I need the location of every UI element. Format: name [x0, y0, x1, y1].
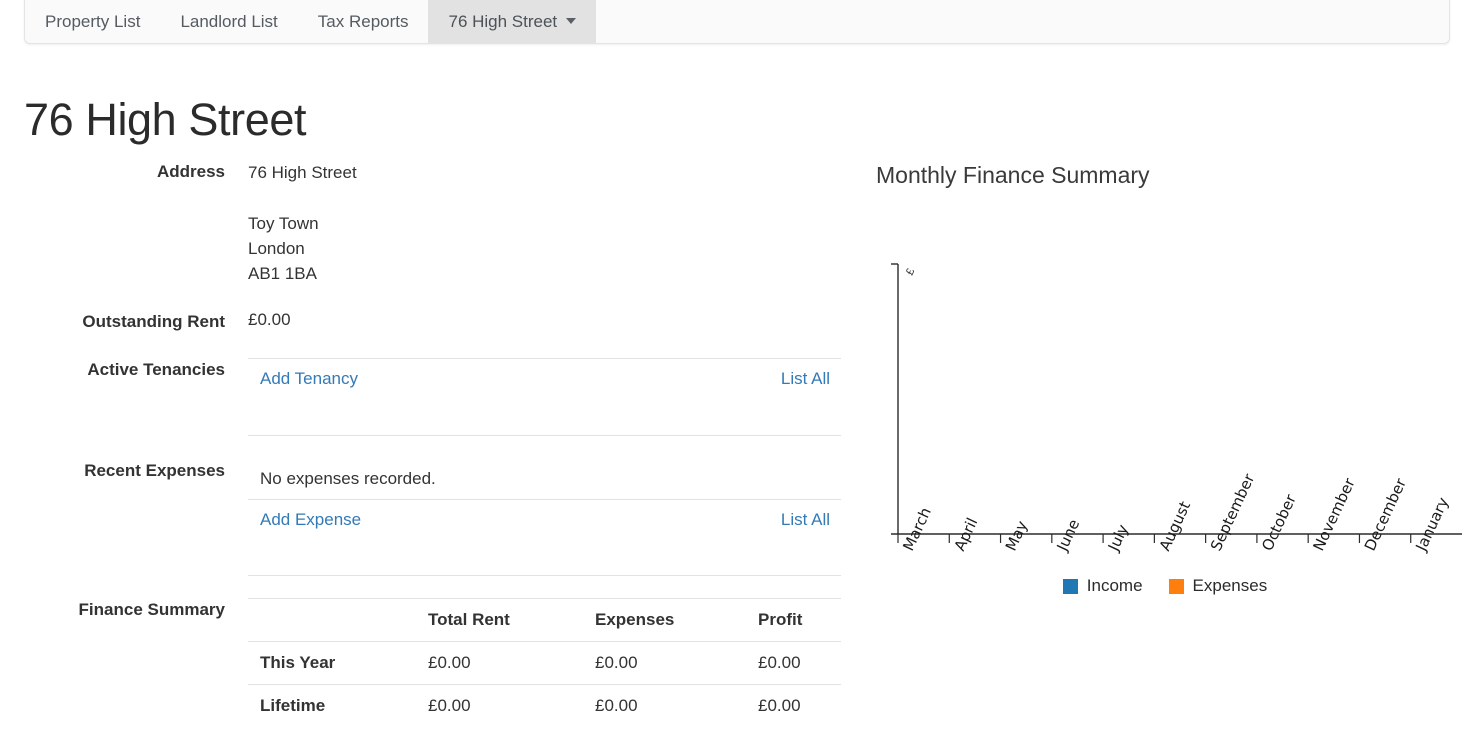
finance-summary-table: Total Rent Expenses Profit This Year £0.00 £… — [248, 598, 841, 727]
tab-tax-reports[interactable]: Tax Reports — [298, 0, 429, 43]
tenancies-table: Add Tenancy List All — [248, 358, 841, 436]
chart-x-tick-label: August — [1156, 498, 1195, 553]
address-label: Address — [156, 162, 225, 181]
tenancy-spacer-cell-left — [248, 399, 607, 436]
tenancy-list-all-link[interactable]: List All — [781, 369, 830, 388]
expenses-table: No expenses recorded. Add Expense List A… — [248, 459, 841, 576]
monthly-finance-chart: Monthly Finance Summary £ March April May J… — [860, 152, 1470, 712]
finance-row-name: Lifetime — [248, 684, 416, 727]
outstanding-rent-value: £0.00 — [248, 310, 291, 329]
tenancy-list-all-cell: List All — [606, 358, 841, 399]
address-spacer — [248, 185, 844, 211]
chart-svg: £ March April May June July August September Oc… — [891, 263, 1462, 555]
finance-cell-total-rent: £0.00 — [416, 641, 583, 685]
add-tenancy-link[interactable]: Add Tenancy — [260, 369, 358, 388]
table-row-spacer — [248, 399, 841, 436]
finance-cell-expenses: £0.00 — [583, 684, 746, 727]
finance-header-total-rent: Total Rent — [416, 598, 583, 642]
finance-header-blank — [248, 598, 416, 642]
detail-row-active-tenancies: Active Tenancies Add Tenancy List All — [24, 358, 844, 436]
finance-table-body: This Year £0.00 £0.00 £0.00 Lifetime £0.00 £0.… — [248, 641, 841, 727]
chart-x-tick-label: March — [899, 505, 935, 554]
chart-x-tick-label: September — [1207, 470, 1259, 554]
expense-spacer-cell-right — [610, 539, 841, 576]
table-row: Add Tenancy List All — [248, 358, 841, 399]
finance-cell-total-rent: £0.00 — [416, 684, 583, 727]
table-row: Add Expense List All — [248, 498, 841, 540]
page-title: 76 High Street — [24, 94, 307, 145]
add-tenancy-cell: Add Tenancy — [248, 358, 607, 399]
finance-summary-label: Finance Summary — [78, 600, 225, 619]
address-town: Toy Town — [248, 214, 319, 233]
chart-x-tick-label: May — [1002, 518, 1031, 554]
tab-76-high-street[interactable]: 76 High Street — [428, 0, 597, 43]
no-expenses-text: No expenses recorded. — [260, 468, 436, 488]
active-tenancies-label: Active Tenancies — [87, 360, 225, 379]
table-row: No expenses recorded. — [248, 459, 841, 500]
detail-row-recent-expenses: Recent Expenses No expenses recorded. Ad… — [24, 459, 844, 576]
tab-landlord-list[interactable]: Landlord List — [160, 0, 297, 43]
finance-header-expenses: Expenses — [583, 598, 746, 642]
active-tenancies-value: Add Tenancy List All — [225, 358, 844, 436]
detail-row-finance-summary: Finance Summary Total Rent Expenses Profit… — [24, 598, 844, 727]
legend-item-income[interactable]: Income — [1062, 576, 1143, 596]
expense-spacer-cell-left — [248, 539, 611, 576]
page-content: 76 High Street Address 76 High Street To… — [0, 52, 1480, 749]
legend-swatch-income — [1062, 578, 1078, 594]
address-city: London — [248, 239, 305, 258]
table-row: Lifetime £0.00 £0.00 £0.00 — [248, 684, 841, 727]
add-expense-link[interactable]: Add Expense — [260, 510, 361, 529]
tenancy-spacer-cell-right — [606, 399, 841, 436]
tab-label: 76 High Street — [448, 11, 558, 31]
chart-legend: Income Expenses — [860, 576, 1470, 596]
outstanding-rent-label: Outstanding Rent — [82, 312, 225, 331]
legend-swatch-expenses — [1168, 578, 1184, 594]
tab-bar-container: Property List Landlord List Tax Reports 76 … — [24, 0, 1450, 44]
recent-expenses-value: No expenses recorded. Add Expense List A… — [225, 459, 844, 576]
recent-expenses-label: Recent Expenses — [84, 460, 225, 480]
finance-cell-profit: £0.00 — [746, 684, 841, 727]
chart-x-tick-label: June — [1053, 516, 1084, 554]
finance-summary-value: Total Rent Expenses Profit This Year £0.00 £… — [225, 598, 844, 727]
chart-y-axis-unit-label: £ — [904, 267, 917, 278]
address-postcode: AB1 1BA — [248, 264, 317, 283]
no-expenses-cell: No expenses recorded. — [248, 459, 841, 500]
tab-label: Landlord List — [180, 11, 278, 31]
expense-list-all-link[interactable]: List All — [781, 510, 830, 529]
legend-label: Income — [1086, 576, 1143, 595]
legend-label: Expenses — [1192, 576, 1268, 595]
table-row-spacer — [248, 539, 841, 576]
expense-list-all-cell: List All — [610, 498, 841, 540]
finance-header-profit: Profit — [746, 598, 841, 642]
tab-property-list[interactable]: Property List — [25, 0, 160, 43]
chart-x-tick-label: December — [1361, 475, 1411, 554]
chart-x-tick-label: January — [1412, 494, 1453, 554]
chart-x-tick-label: October — [1258, 491, 1300, 554]
address-value: 76 High Street Toy Town London AB1 1BA — [225, 160, 844, 286]
tab-bar: Property List Landlord List Tax Reports 76 … — [25, 0, 597, 43]
chart-x-tick-label: November — [1309, 475, 1359, 554]
chart-x-tick-label: July — [1104, 522, 1132, 555]
tab-label: Tax Reports — [317, 11, 409, 31]
finance-row-name: This Year — [248, 641, 416, 685]
legend-item-expenses[interactable]: Expenses — [1168, 576, 1268, 596]
chart-x-tick-group: March April May June July August September Octo… — [897, 470, 1453, 555]
detail-row-address: Address 76 High Street Toy Town London A… — [24, 160, 844, 286]
table-row: This Year £0.00 £0.00 £0.00 — [248, 641, 841, 685]
add-expense-cell: Add Expense — [248, 498, 611, 540]
tab-label: Property List — [45, 11, 141, 31]
address-line1: 76 High Street — [248, 163, 357, 182]
property-detail-list: Address 76 High Street Toy Town London A… — [24, 160, 844, 727]
finance-table-header-row: Total Rent Expenses Profit — [248, 598, 841, 642]
chevron-down-icon — [566, 18, 577, 24]
finance-cell-expenses: £0.00 — [583, 641, 746, 685]
detail-row-outstanding-rent: Outstanding Rent £0.00 — [24, 310, 844, 332]
finance-cell-profit: £0.00 — [746, 641, 841, 685]
